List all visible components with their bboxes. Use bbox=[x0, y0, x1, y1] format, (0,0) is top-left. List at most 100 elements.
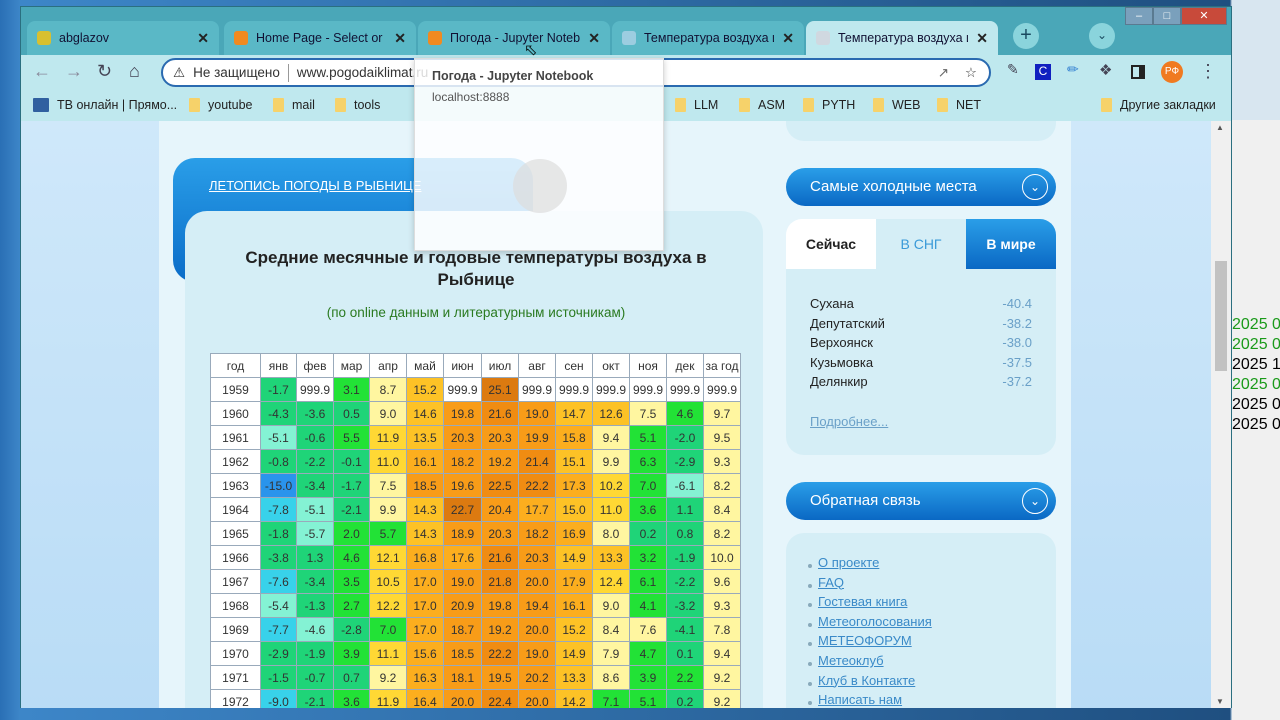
tab-title: Температура воздуха и bbox=[838, 31, 969, 45]
temp-cell: 19.8 bbox=[443, 401, 482, 426]
tab-favicon bbox=[37, 31, 51, 45]
tab-now[interactable]: Сейчас bbox=[786, 219, 876, 269]
temp-cell: 5.1 bbox=[629, 425, 667, 450]
close-window-button[interactable]: ✕ bbox=[1181, 7, 1227, 25]
temp-cell: 3.2 bbox=[629, 545, 667, 570]
side-panel-icon[interactable] bbox=[1131, 65, 1145, 79]
extension-c-icon[interactable]: C bbox=[1035, 64, 1051, 80]
new-tab-button[interactable]: + bbox=[1013, 23, 1039, 49]
tab-2[interactable]: Погода - Jupyter Notebo ✕ bbox=[418, 21, 610, 55]
chevron-down-icon[interactable]: ⌄ bbox=[1022, 174, 1048, 200]
scrollbar-thumb[interactable] bbox=[1215, 261, 1227, 371]
tab-search-button[interactable]: ⌄ bbox=[1089, 23, 1115, 49]
temp-cell: -4.3 bbox=[260, 401, 297, 426]
folder-icon bbox=[937, 98, 948, 112]
warning-icon: ⚠ bbox=[173, 64, 186, 80]
bullet bbox=[808, 642, 812, 647]
tab-0[interactable]: abglazov ✕ bbox=[27, 21, 219, 55]
chevron-down-icon[interactable]: ⌄ bbox=[1022, 488, 1048, 514]
tab-4[interactable]: Температура воздуха и ✕ bbox=[806, 21, 998, 55]
temp-cell: 21.4 bbox=[518, 449, 556, 474]
feedback-header[interactable]: Обратная связь ⌄ bbox=[786, 482, 1056, 520]
close-tab-icon[interactable]: ✕ bbox=[197, 30, 209, 47]
other-bookmarks[interactable]: Другие закладки bbox=[1101, 98, 1216, 112]
bookmark-star-icon[interactable]: ☆ bbox=[965, 65, 977, 81]
share-icon[interactable]: ↗ bbox=[938, 65, 949, 81]
divider bbox=[287, 63, 289, 82]
sidebar-link[interactable]: Метеоклуб bbox=[818, 653, 884, 668]
extension-icon[interactable]: ✎ bbox=[1007, 61, 1019, 78]
year-cell: 1968 bbox=[210, 593, 261, 618]
back-button[interactable]: ← bbox=[33, 61, 51, 82]
url-text[interactable]: www.pogodaiklimat.ru bbox=[297, 65, 428, 80]
coldest-places-header[interactable]: Самые холодные места ⌄ bbox=[786, 168, 1056, 206]
tab-world[interactable]: В мире bbox=[966, 219, 1056, 269]
close-tab-icon[interactable]: ✕ bbox=[394, 30, 406, 47]
temp-cell: -3.4 bbox=[296, 473, 334, 498]
bookmark-item[interactable]: tools bbox=[335, 98, 380, 112]
temp-cell: 25.1 bbox=[481, 377, 519, 402]
menu-icon[interactable]: ⋮ bbox=[1199, 61, 1217, 82]
bookmark-item[interactable]: ASM bbox=[739, 98, 785, 112]
bookmark-item[interactable]: youtube bbox=[189, 98, 252, 112]
year-cell: 1966 bbox=[210, 545, 261, 570]
tab-hover-card: Погода - Jupyter Notebook localhost:8888 bbox=[414, 58, 664, 251]
close-tab-icon[interactable]: ✕ bbox=[588, 30, 600, 47]
temp-cell: 16.9 bbox=[555, 521, 593, 546]
temp-cell: 7.5 bbox=[629, 401, 667, 426]
temp-cell: 4.6 bbox=[333, 545, 370, 570]
temp-cell: 2.2 bbox=[666, 665, 704, 690]
bookmark-item[interactable]: ТВ онлайн | Прямо... bbox=[33, 98, 177, 112]
tab-favicon bbox=[816, 31, 830, 45]
chronicle-link[interactable]: ЛЕТОПИСЬ ПОГОДЫ В РЫБНИЦЕ bbox=[209, 178, 421, 193]
temp-cell: 22.5 bbox=[481, 473, 519, 498]
temp-cell: 10.0 bbox=[703, 545, 741, 570]
bookmark-item[interactable]: WEB bbox=[873, 98, 920, 112]
reload-button[interactable]: ↻ bbox=[97, 61, 112, 82]
sidebar-link[interactable]: Метеоголосования bbox=[818, 614, 932, 629]
temp-cell: 21.6 bbox=[481, 401, 519, 426]
vertical-scrollbar[interactable]: ▲ ▼ bbox=[1211, 121, 1231, 708]
close-tab-icon[interactable]: ✕ bbox=[976, 30, 988, 47]
tab-3[interactable]: Температура воздуха и ✕ bbox=[612, 21, 804, 55]
hover-card-host: localhost:8888 bbox=[432, 90, 510, 104]
scroll-down-icon[interactable]: ▼ bbox=[1216, 697, 1224, 706]
temperature-table: год янв фев мар апр май июн июл авг сен окт ноя дек з… bbox=[210, 353, 741, 708]
puzzle-icon[interactable]: ❖ bbox=[1099, 61, 1112, 79]
home-button[interactable]: ⌂ bbox=[129, 61, 140, 82]
close-tab-icon[interactable]: ✕ bbox=[782, 30, 794, 47]
profile-avatar[interactable]: РФ bbox=[1161, 61, 1183, 83]
temp-cell: 17.3 bbox=[555, 473, 593, 498]
temp-cell: 18.9 bbox=[443, 521, 482, 546]
sidebar-link[interactable]: FAQ bbox=[818, 575, 844, 590]
sidebar-link[interactable]: Клуб в Контакте bbox=[818, 673, 915, 688]
bookmark-item[interactable]: NET bbox=[937, 98, 981, 112]
minimize-button[interactable]: – bbox=[1125, 7, 1153, 25]
temp-cell: 20.0 bbox=[518, 617, 556, 642]
forward-button[interactable]: → bbox=[65, 61, 83, 82]
temp-cell: 13.3 bbox=[555, 665, 593, 690]
sidebar-link[interactable]: Написать нам bbox=[818, 692, 902, 707]
temp-cell: 20.0 bbox=[443, 689, 482, 708]
temp-cell: 20.4 bbox=[481, 497, 519, 522]
bookmark-label: LLM bbox=[694, 98, 719, 112]
tab-1[interactable]: Home Page - Select or c ✕ bbox=[224, 21, 416, 55]
bookmark-item[interactable]: PYTH bbox=[803, 98, 855, 112]
temp-cell: 8.7 bbox=[369, 377, 407, 402]
tab-title: Погода - Jupyter Notebo bbox=[450, 31, 581, 45]
sidebar-link[interactable]: Гостевая книга bbox=[818, 594, 907, 609]
maximize-button[interactable]: □ bbox=[1153, 7, 1181, 25]
bookmark-item[interactable]: mail bbox=[273, 98, 315, 112]
sidebar-link[interactable]: МЕТЕОФОРУМ bbox=[818, 633, 912, 648]
temp-cell: 11.9 bbox=[369, 425, 407, 450]
bookmark-item[interactable]: LLM bbox=[675, 98, 718, 112]
table-row: 1960 -4.3 -3.6 0.5 9.0 14.6 19.8 21.6 19.0 14.7 12… bbox=[210, 401, 741, 426]
year-cell: 1959 bbox=[210, 377, 261, 402]
more-link[interactable]: Подробнее... bbox=[810, 414, 888, 429]
column-header: апр bbox=[369, 353, 407, 378]
scroll-up-icon[interactable]: ▲ bbox=[1216, 123, 1224, 132]
sidebar-link[interactable]: О проекте bbox=[818, 555, 879, 570]
tab-cis[interactable]: В СНГ bbox=[876, 219, 966, 269]
temp-cell: -2.1 bbox=[333, 497, 370, 522]
pen-extension-icon[interactable]: ✏ bbox=[1067, 61, 1079, 78]
